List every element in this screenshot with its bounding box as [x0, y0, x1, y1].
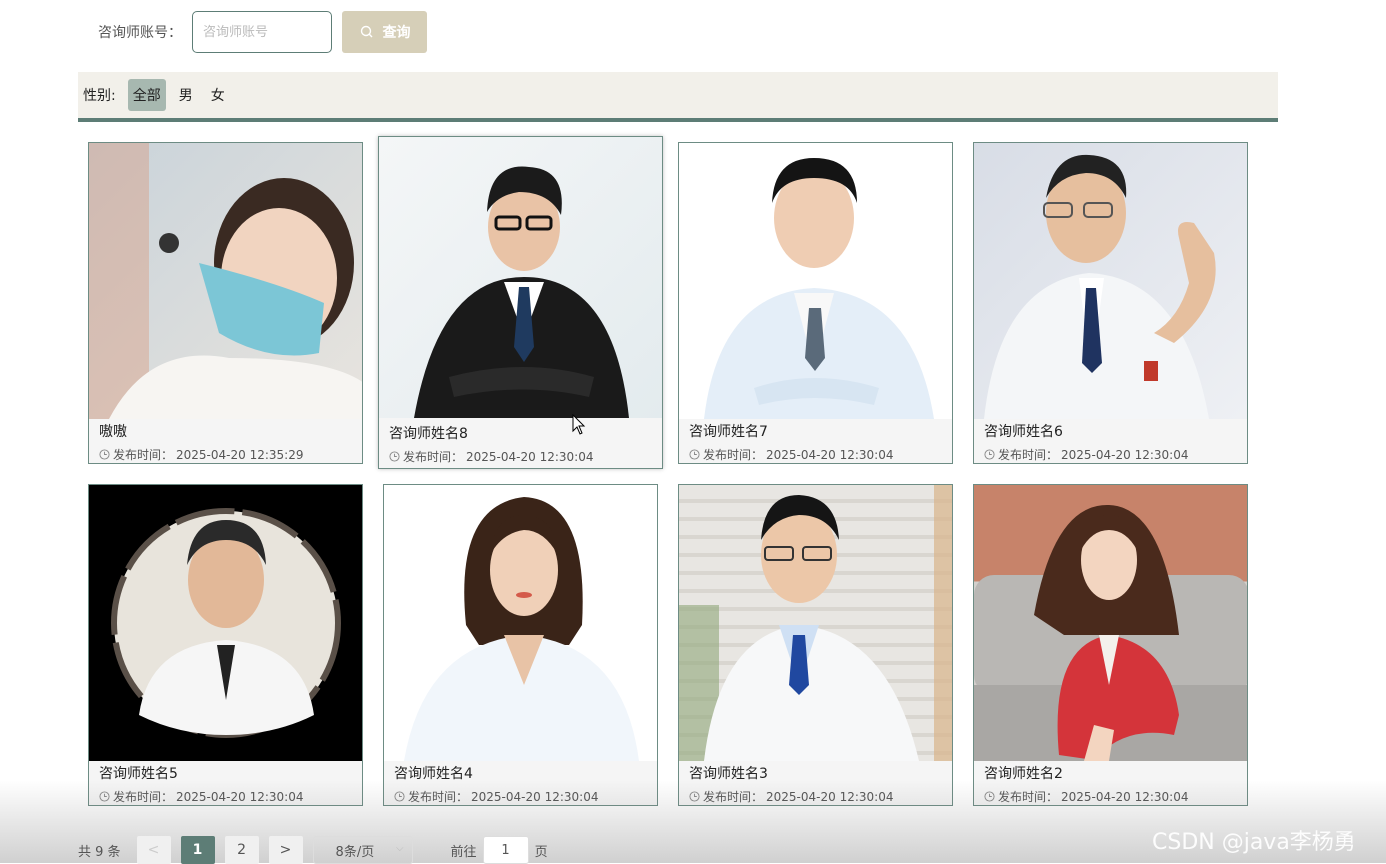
- chevron-down-icon: ⌵: [395, 843, 404, 854]
- gender-filter-label: 性别:: [83, 88, 116, 104]
- consultant-name: 咨询师姓名2: [984, 766, 1063, 782]
- search-input[interactable]: [192, 11, 332, 53]
- filter-option-female[interactable]: 女: [206, 79, 230, 111]
- search-icon: [360, 25, 372, 38]
- consultant-name: 咨询师姓名7: [689, 424, 768, 440]
- publish-time-value: 2025-04-20 12:30:04: [466, 449, 594, 464]
- publish-time-label: 发布时间：: [998, 790, 1059, 804]
- publish-time-value: 2025-04-20 12:30:04: [176, 789, 304, 804]
- clock-icon: [99, 449, 110, 460]
- consultant-photo: [89, 143, 362, 419]
- page-size-select[interactable]: 8条/页 ⌵: [312, 836, 413, 864]
- publish-time: 发布时间： 2025-04-20 12:30:04: [689, 446, 942, 463]
- page-1-button[interactable]: 1: [180, 836, 215, 864]
- clock-icon: [984, 449, 995, 460]
- consultant-card[interactable]: 咨询师姓名7 发布时间： 2025-04-20 12:30:04: [678, 142, 953, 464]
- publish-time-value: 2025-04-20 12:30:04: [1061, 447, 1189, 462]
- clock-icon: [394, 791, 405, 802]
- pagination-total: 共 9 条: [78, 844, 121, 860]
- clock-icon: [689, 791, 700, 802]
- card-info: 咨询师姓名7 发布时间： 2025-04-20 12:30:04: [679, 419, 952, 463]
- consultant-photo: [679, 485, 952, 761]
- publish-time-label: 发布时间：: [403, 450, 464, 464]
- card-info: 嗷嗷 发布时间： 2025-04-20 12:35:29: [89, 419, 362, 463]
- clock-icon: [984, 791, 995, 802]
- goto-page-input[interactable]: [482, 836, 529, 864]
- search-button[interactable]: 查询: [342, 11, 427, 53]
- consultant-name: 嗷嗷: [99, 424, 127, 440]
- consultant-card[interactable]: 咨询师姓名5 发布时间： 2025-04-20 12:30:04: [88, 484, 363, 806]
- consultant-photo: [379, 137, 662, 418]
- consultant-card[interactable]: 嗷嗷 发布时间： 2025-04-20 12:35:29: [88, 142, 363, 464]
- publish-time-label: 发布时间：: [703, 790, 764, 804]
- search-button-label: 查询: [382, 25, 411, 41]
- csdn-watermark: CSDN @java李杨勇: [1152, 830, 1356, 855]
- publish-time: 发布时间： 2025-04-20 12:30:04: [389, 448, 652, 465]
- page-size-value: 8条/页: [335, 844, 375, 860]
- consultant-name: 咨询师姓名5: [99, 766, 178, 782]
- consultant-name: 咨询师姓名8: [389, 426, 468, 442]
- card-info: 咨询师姓名2 发布时间： 2025-04-20 12:30:04: [974, 761, 1247, 805]
- search-bar: 咨询师账号： 查询: [98, 11, 427, 53]
- card-info: 咨询师姓名3 发布时间： 2025-04-20 12:30:04: [679, 761, 952, 805]
- clock-icon: [689, 449, 700, 460]
- publish-time: 发布时间： 2025-04-20 12:35:29: [99, 446, 352, 463]
- goto-suffix: 页: [534, 844, 548, 860]
- publish-time-value: 2025-04-20 12:30:04: [766, 789, 894, 804]
- clock-icon: [389, 451, 400, 462]
- publish-time-label: 发布时间：: [408, 790, 469, 804]
- card-info: 咨询师姓名8 发布时间： 2025-04-20 12:30:04: [379, 418, 662, 468]
- mouse-cursor-icon: [572, 414, 586, 435]
- gender-filter-bar: 性别: 全部 男 女: [78, 72, 1278, 122]
- prev-page-button[interactable]: <: [136, 836, 171, 864]
- card-info: 咨询师姓名4 发布时间： 2025-04-20 12:30:04: [384, 761, 657, 805]
- consultant-card[interactable]: 咨询师姓名2 发布时间： 2025-04-20 12:30:04: [973, 484, 1248, 806]
- consultant-photo: [974, 485, 1247, 761]
- page-2-button[interactable]: 2: [224, 836, 259, 864]
- clock-icon: [99, 791, 110, 802]
- search-label: 咨询师账号：: [98, 25, 182, 41]
- publish-time-label: 发布时间：: [703, 448, 764, 462]
- publish-time-label: 发布时间：: [998, 448, 1059, 462]
- filter-option-all[interactable]: 全部: [127, 79, 166, 111]
- publish-time: 发布时间： 2025-04-20 12:30:04: [689, 788, 942, 805]
- consultant-photo: [974, 143, 1247, 419]
- consultant-photo: [679, 143, 952, 419]
- pagination: 共 9 条 < 1 2 > 8条/页 ⌵ 前往 页: [78, 836, 548, 864]
- publish-time: 发布时间： 2025-04-20 12:30:04: [99, 788, 352, 805]
- consultant-photo: [89, 485, 362, 761]
- consultant-name: 咨询师姓名3: [689, 766, 768, 782]
- consultant-card[interactable]: 咨询师姓名8 发布时间： 2025-04-20 12:30:04: [378, 136, 663, 469]
- publish-time-label: 发布时间：: [113, 448, 174, 462]
- consultant-card[interactable]: 咨询师姓名3 发布时间： 2025-04-20 12:30:04: [678, 484, 953, 806]
- next-page-button[interactable]: >: [268, 836, 303, 864]
- publish-time: 发布时间： 2025-04-20 12:30:04: [394, 788, 647, 805]
- publish-time: 发布时间： 2025-04-20 12:30:04: [984, 788, 1237, 805]
- publish-time-value: 2025-04-20 12:30:04: [471, 789, 599, 804]
- consultant-card[interactable]: 咨询师姓名4 发布时间： 2025-04-20 12:30:04: [383, 484, 658, 806]
- consultant-photo: [384, 485, 657, 761]
- card-info: 咨询师姓名5 发布时间： 2025-04-20 12:30:04: [89, 761, 362, 805]
- consultant-name: 咨询师姓名6: [984, 424, 1063, 440]
- publish-time-value: 2025-04-20 12:30:04: [1061, 789, 1189, 804]
- publish-time-value: 2025-04-20 12:30:04: [766, 447, 894, 462]
- publish-time: 发布时间： 2025-04-20 12:30:04: [984, 446, 1237, 463]
- filter-option-male[interactable]: 男: [174, 79, 198, 111]
- consultant-name: 咨询师姓名4: [394, 766, 473, 782]
- publish-time-label: 发布时间：: [113, 790, 174, 804]
- publish-time-value: 2025-04-20 12:35:29: [176, 447, 304, 462]
- goto-label: 前往: [450, 844, 477, 860]
- card-info: 咨询师姓名6 发布时间： 2025-04-20 12:30:04: [974, 419, 1247, 463]
- consultant-card[interactable]: 咨询师姓名6 发布时间： 2025-04-20 12:30:04: [973, 142, 1248, 464]
